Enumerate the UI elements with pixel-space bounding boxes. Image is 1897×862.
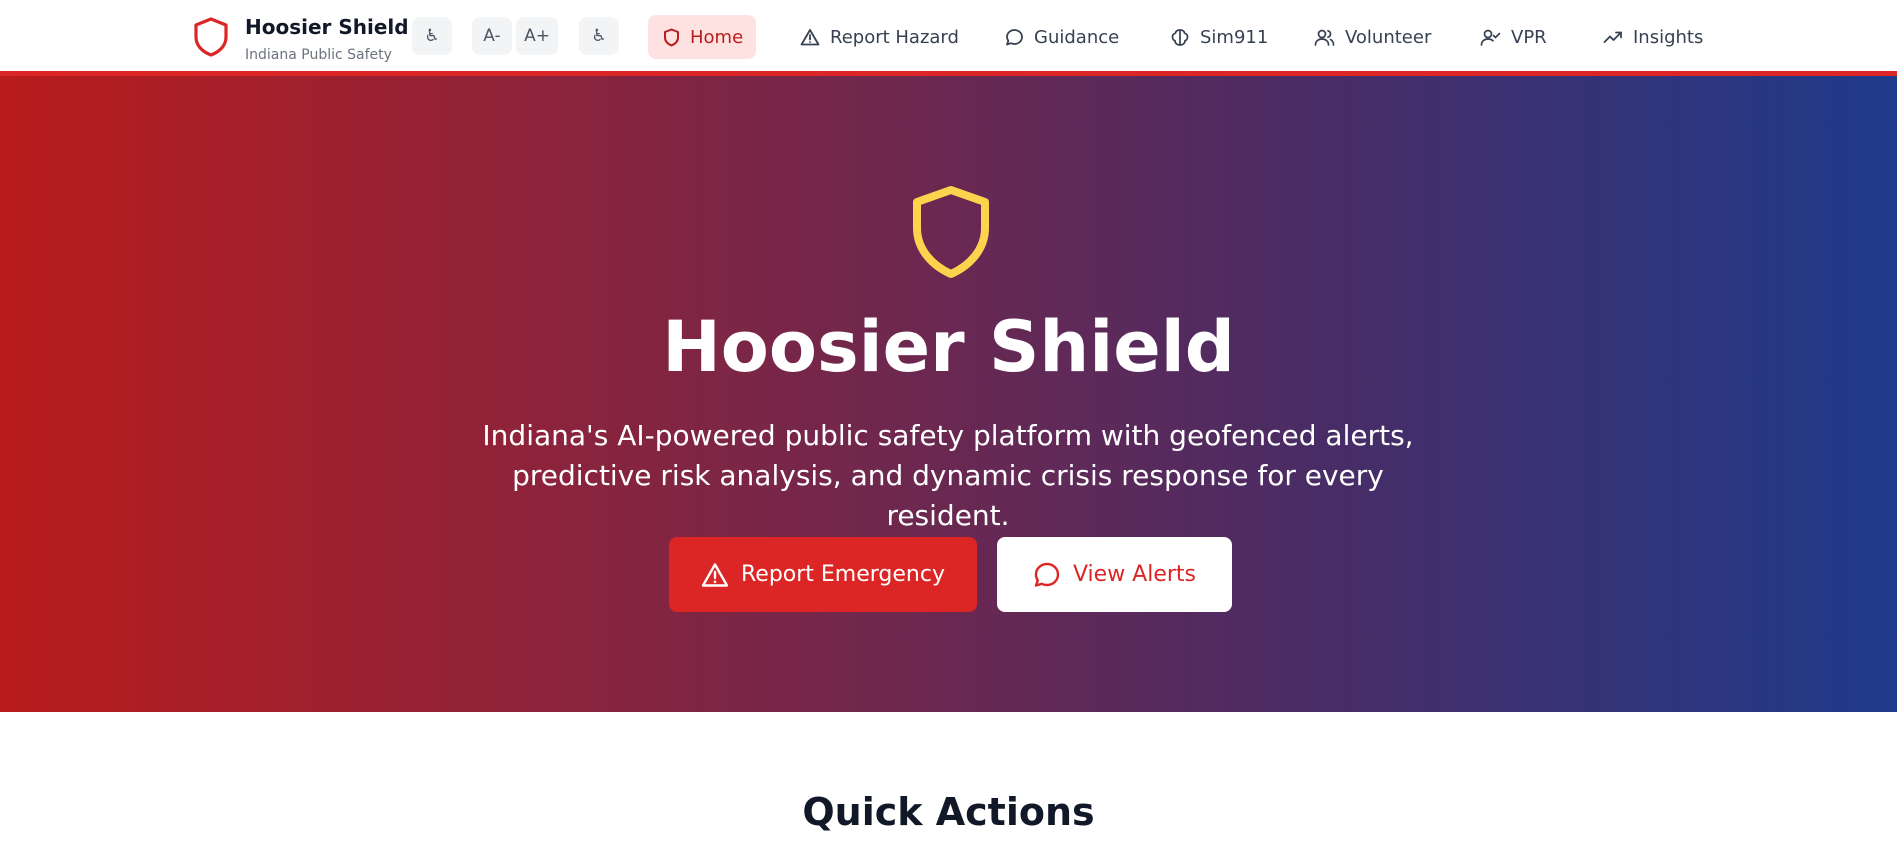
nav-item-vpr[interactable]: VPR: [1480, 15, 1547, 59]
accessibility-icon: ♿: [424, 26, 440, 46]
report-emergency-button[interactable]: Report Emergency: [669, 537, 977, 612]
button-label: View Alerts: [1072, 562, 1197, 587]
accessibility-mode-button[interactable]: ♿: [579, 17, 619, 55]
shield-icon: [664, 28, 679, 46]
nav-item-label: Report Hazard: [830, 26, 959, 48]
top-navbar: Hoosier Shield Indiana Public Safety ♿ A…: [0, 0, 1897, 76]
nav-item-sim911[interactable]: Sim911: [1170, 15, 1268, 59]
decrease-font-button[interactable]: A-: [472, 17, 512, 55]
button-label: Report Emergency: [740, 562, 945, 587]
nav-item-label: VPR: [1511, 26, 1547, 48]
brand-subtitle: Indiana Public Safety: [245, 47, 392, 63]
view-alerts-button[interactable]: View Alerts: [997, 537, 1232, 612]
shield-icon: [913, 186, 989, 278]
chat-bubble-icon: [1034, 562, 1060, 587]
nav-item-home[interactable]: Home: [648, 15, 756, 59]
nav-item-guidance[interactable]: Guidance: [1005, 15, 1119, 59]
trending-up-icon: [1603, 31, 1622, 43]
accessibility-icon: ♿: [591, 26, 607, 46]
warning-triangle-icon: [800, 29, 820, 46]
hero-title: Hoosier Shield: [662, 306, 1235, 388]
user-check-icon: [1480, 29, 1501, 46]
nav-item-volunteer[interactable]: Volunteer: [1314, 15, 1431, 59]
nav-item-insights[interactable]: Insights: [1603, 15, 1703, 59]
chat-bubble-icon: [1006, 28, 1023, 45]
accessibility-toggle-button[interactable]: ♿: [412, 17, 452, 55]
shield-logo-icon[interactable]: [193, 16, 229, 58]
hero-section: Hoosier Shield Indiana's AI-powered publ…: [0, 76, 1897, 712]
nav-item-label: Insights: [1633, 26, 1704, 48]
brand-title[interactable]: Hoosier Shield: [245, 15, 409, 39]
nav-item-label: Sim911: [1200, 26, 1269, 48]
warning-triangle-icon: [701, 562, 729, 587]
nav-item-label: Home: [690, 26, 744, 48]
nav-item-report-hazard[interactable]: Report Hazard: [800, 15, 959, 59]
nav-item-label: Guidance: [1034, 26, 1120, 48]
brain-icon: [1171, 28, 1189, 46]
quick-actions-heading: Quick Actions: [802, 790, 1095, 834]
users-icon: [1314, 29, 1335, 46]
nav-item-label: Volunteer: [1345, 26, 1432, 48]
increase-font-button[interactable]: A+: [516, 17, 558, 55]
hero-description: Indiana's AI-powered public safety platf…: [482, 419, 1414, 532]
